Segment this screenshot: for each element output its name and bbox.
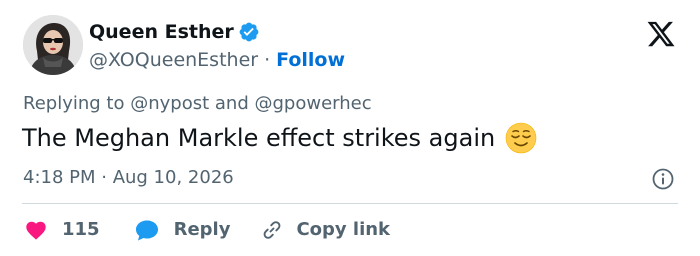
avatar-image (23, 15, 83, 75)
relieved-face-emoji-icon (505, 122, 537, 154)
avatar[interactable] (23, 15, 83, 75)
copy-link-label: Copy link (296, 219, 391, 240)
reply-context: Replying to @nypost and @gpowerhec (23, 92, 372, 116)
x-logo-icon[interactable] (646, 19, 676, 49)
reply-prefix: Replying to (23, 93, 125, 114)
follow-button[interactable]: Follow (276, 48, 345, 72)
heart-icon (24, 218, 48, 242)
reply-bubble-icon (134, 218, 160, 242)
reply-and: and (214, 93, 249, 114)
like-count: 115 (62, 219, 100, 240)
action-bar: 115 Reply Copy link (24, 216, 390, 244)
handle-row: @XOQueenEsther · Follow (89, 48, 345, 72)
link-icon (260, 218, 284, 242)
tweet-timestamp[interactable]: 4:18 PM · Aug 10, 2026 (23, 166, 234, 190)
reply-mention-nypost[interactable]: @nypost (130, 93, 209, 114)
tweet-body: The Meghan Markle effect strikes again (22, 124, 496, 152)
handle[interactable]: @XOQueenEsther (89, 48, 258, 72)
tweet-card: Queen Esther @XOQueenEsther · Follow Rep… (0, 0, 700, 256)
display-name[interactable]: Queen Esther (89, 20, 234, 44)
info-icon[interactable] (651, 167, 675, 191)
author-name-row: Queen Esther (89, 20, 260, 44)
reply-button[interactable]: Reply (134, 218, 231, 242)
like-button[interactable]: 115 (24, 218, 100, 242)
reply-label: Reply (173, 219, 231, 240)
verified-badge-icon (238, 21, 260, 43)
reply-mention-gpowerhec[interactable]: @gpowerhec (255, 93, 372, 114)
copy-link-button[interactable]: Copy link (260, 218, 390, 242)
tweet-text: The Meghan Markle effect strikes again (22, 122, 537, 154)
separator-dot: · (264, 49, 271, 71)
divider (22, 203, 678, 204)
